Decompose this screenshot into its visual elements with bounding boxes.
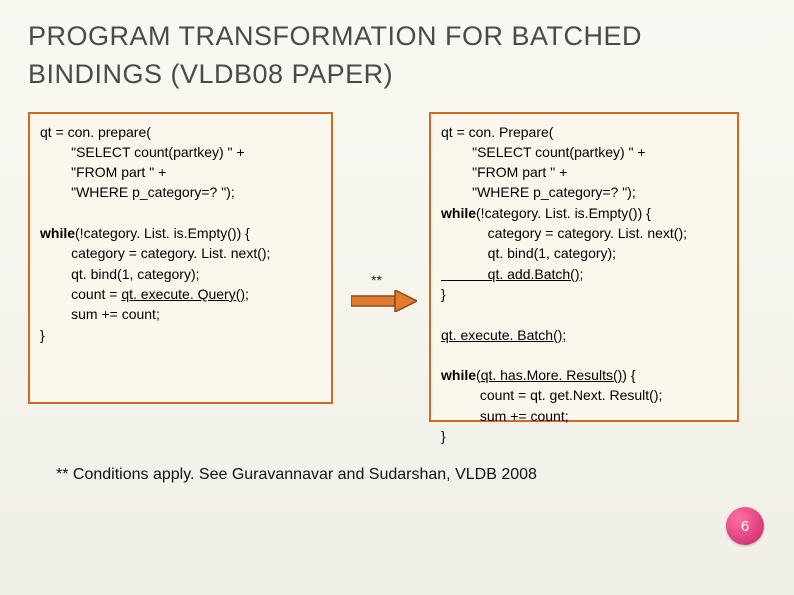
slide: PROGRAM TRANSFORMATION FOR BATCHED BINDI… bbox=[0, 0, 794, 595]
keyword-while: while bbox=[441, 367, 476, 383]
page-number: 6 bbox=[726, 507, 764, 545]
code-line: sum += count; bbox=[40, 306, 160, 322]
code-line: } bbox=[441, 286, 446, 302]
code-text: count = bbox=[40, 286, 121, 302]
code-line: "SELECT count(partkey) " + bbox=[40, 144, 245, 160]
code-line: } bbox=[40, 327, 45, 343]
asterisks-marker: ** bbox=[371, 272, 382, 288]
code-line: qt. bind(1, category); bbox=[40, 266, 200, 282]
code-underline: qt. add.Batch(); bbox=[441, 266, 583, 282]
keyword-while: while bbox=[441, 205, 476, 221]
code-line: "WHERE p_category=? "); bbox=[40, 184, 235, 200]
code-line: count = qt. get.Next. Result(); bbox=[441, 387, 662, 403]
code-line: category = category. List. next(); bbox=[441, 225, 687, 241]
code-text: ; bbox=[245, 286, 249, 302]
code-line: "FROM part " + bbox=[40, 164, 166, 180]
code-line: sum += count; bbox=[441, 408, 569, 424]
slide-title: PROGRAM TRANSFORMATION FOR BATCHED BINDI… bbox=[28, 18, 766, 94]
footnote: ** Conditions apply. See Guravannavar an… bbox=[56, 466, 766, 484]
content-row: qt = con. prepare( "SELECT count(partkey… bbox=[28, 112, 766, 422]
arrow-cell: ** bbox=[333, 112, 429, 422]
code-underline: qt. execute. Query() bbox=[121, 286, 245, 302]
left-code-box: qt = con. prepare( "SELECT count(partkey… bbox=[28, 112, 333, 404]
code-line: qt. bind(1, category); bbox=[441, 245, 616, 261]
code-line: "FROM part " + bbox=[441, 164, 567, 180]
arrow-icon bbox=[351, 290, 417, 312]
code-line: category = category. List. next(); bbox=[40, 245, 270, 261]
right-code-box: qt = con. Prepare( "SELECT count(partkey… bbox=[429, 112, 739, 422]
code-line: "WHERE p_category=? "); bbox=[441, 184, 636, 200]
code-text: ) { bbox=[622, 367, 635, 383]
code-underline: qt. execute. Batch(); bbox=[441, 327, 566, 343]
code-text: (!category. List. is.Empty()) { bbox=[476, 205, 651, 221]
code-line: qt = con. prepare( bbox=[40, 124, 151, 140]
code-underline: qt. has.More. Results() bbox=[481, 367, 623, 383]
code-line: "SELECT count(partkey) " + bbox=[441, 144, 646, 160]
code-line: qt = con. Prepare( bbox=[441, 124, 553, 140]
keyword-while: while bbox=[40, 225, 75, 241]
code-text: (!category. List. is.Empty()) { bbox=[75, 225, 250, 241]
code-line: } bbox=[441, 428, 446, 444]
